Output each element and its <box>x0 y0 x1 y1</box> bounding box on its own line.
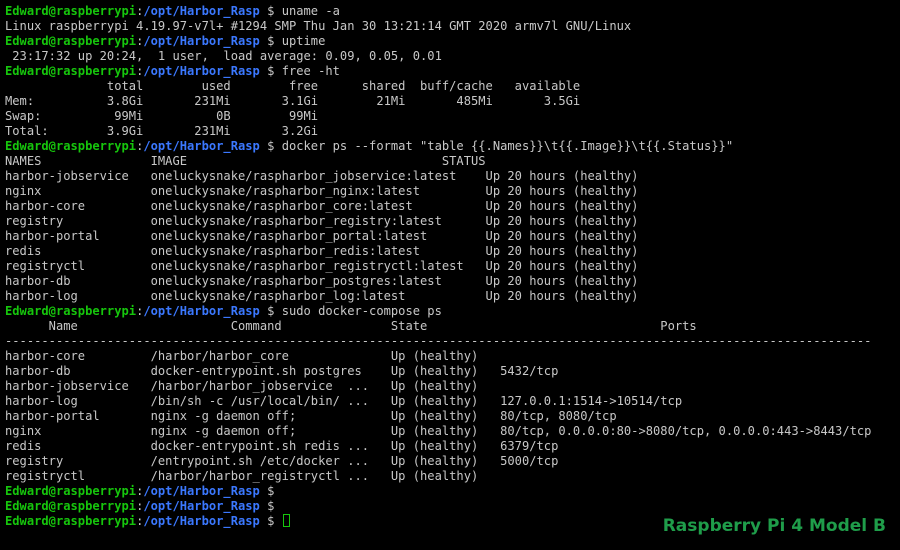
output-line: harbor-jobservice oneluckysnake/raspharb… <box>5 169 639 183</box>
terminal-output: Edward@raspberrypi:/opt/Harbor_Rasp $ un… <box>5 4 900 529</box>
output-line: ----------------------------------------… <box>5 334 872 348</box>
command-text: docker ps --format "table {{.Names}}\t{{… <box>281 139 734 153</box>
prompt-symbol: $ <box>259 304 282 318</box>
prompt-symbol: $ <box>259 499 282 513</box>
output-line: redis docker-entrypoint.sh redis ... Up … <box>5 439 559 453</box>
prompt-line: Edward@raspberrypi:/opt/Harbor_Rasp $ up… <box>5 34 900 49</box>
prompt-user-host: Edward@raspberrypi <box>5 139 137 153</box>
prompt-symbol: $ <box>259 34 282 48</box>
output-line: Linux raspberrypi 4.19.97-v7l+ #1294 SMP… <box>5 19 632 33</box>
output-line: harbor-portal oneluckysnake/raspharbor_p… <box>5 229 639 243</box>
output-line: Name Command State Ports <box>5 319 697 333</box>
prompt-path: /opt/Harbor_Rasp <box>143 34 260 48</box>
prompt-symbol: $ <box>259 64 282 78</box>
prompt-user-host: Edward@raspberrypi <box>5 304 137 318</box>
terminal-cursor[interactable] <box>282 514 290 527</box>
prompt-line: Edward@raspberrypi:/opt/Harbor_Rasp $ su… <box>5 304 900 319</box>
prompt-path: /opt/Harbor_Rasp <box>143 484 260 498</box>
output-line: harbor-core /harbor/harbor_core Up (heal… <box>5 349 479 363</box>
output-line: registry /entrypoint.sh /etc/docker ... … <box>5 454 559 468</box>
prompt-symbol: $ <box>259 4 282 18</box>
prompt-line: Edward@raspberrypi:/opt/Harbor_Rasp $ fr… <box>5 64 900 79</box>
output-line: harbor-log /bin/sh -c /usr/local/bin/ ..… <box>5 394 683 408</box>
output-line: harbor-core oneluckysnake/raspharbor_cor… <box>5 199 639 213</box>
output-line: harbor-db docker-entrypoint.sh postgres … <box>5 364 559 378</box>
output-line: registryctl oneluckysnake/raspharbor_reg… <box>5 259 639 273</box>
watermark-label: Raspberry Pi 4 Model B <box>662 516 886 536</box>
prompt-user-host: Edward@raspberrypi <box>5 514 137 528</box>
prompt-line: Edward@raspberrypi:/opt/Harbor_Rasp $ un… <box>5 4 900 19</box>
prompt-line: Edward@raspberrypi:/opt/Harbor_Rasp $ <box>5 499 900 514</box>
output-line: harbor-log oneluckysnake/raspharbor_log:… <box>5 289 639 303</box>
prompt-path: /opt/Harbor_Rasp <box>143 139 260 153</box>
prompt-path: /opt/Harbor_Rasp <box>143 499 260 513</box>
prompt-symbol: $ <box>259 139 282 153</box>
prompt-user-host: Edward@raspberrypi <box>5 484 137 498</box>
command-text: sudo docker-compose ps <box>281 304 442 318</box>
output-line: Swap: 99Mi 0B 99Mi <box>5 109 319 123</box>
output-line: harbor-db oneluckysnake/raspharbor_postg… <box>5 274 639 288</box>
prompt-user-host: Edward@raspberrypi <box>5 64 137 78</box>
output-line: NAMES IMAGE STATUS <box>5 154 486 168</box>
prompt-symbol: $ <box>259 484 282 498</box>
prompt-path: /opt/Harbor_Rasp <box>143 4 260 18</box>
command-text: uname -a <box>281 4 340 18</box>
output-line: registryctl /harbor/harbor_registryctl .… <box>5 469 479 483</box>
terminal-window[interactable]: Edward@raspberrypi:/opt/Harbor_Rasp $ un… <box>0 0 900 550</box>
output-line: nginx oneluckysnake/raspharbor_nginx:lat… <box>5 184 639 198</box>
output-line: Mem: 3.8Gi 231Mi 3.1Gi 21Mi 485Mi 3.5Gi <box>5 94 581 108</box>
output-line: Total: 3.9Gi 231Mi 3.2Gi <box>5 124 319 138</box>
prompt-user-host: Edward@raspberrypi <box>5 34 137 48</box>
output-line: redis oneluckysnake/raspharbor_redis:lat… <box>5 244 639 258</box>
output-line: nginx nginx -g daemon off; Up (healthy) … <box>5 424 872 438</box>
output-line: harbor-jobservice /harbor/harbor_jobserv… <box>5 379 479 393</box>
prompt-path: /opt/Harbor_Rasp <box>143 514 260 528</box>
output-line: registry oneluckysnake/raspharbor_regist… <box>5 214 639 228</box>
prompt-line: Edward@raspberrypi:/opt/Harbor_Rasp $ do… <box>5 139 900 154</box>
prompt-path: /opt/Harbor_Rasp <box>143 64 260 78</box>
output-line: total used free shared buff/cache availa… <box>5 79 581 93</box>
command-text: uptime <box>281 34 326 48</box>
prompt-user-host: Edward@raspberrypi <box>5 4 137 18</box>
command-text: free -ht <box>281 64 340 78</box>
prompt-symbol: $ <box>259 514 282 528</box>
prompt-path: /opt/Harbor_Rasp <box>143 304 260 318</box>
output-line: 23:17:32 up 20:24, 1 user, load average:… <box>5 49 442 63</box>
output-line: harbor-portal nginx -g daemon off; Up (h… <box>5 409 617 423</box>
prompt-user-host: Edward@raspberrypi <box>5 499 137 513</box>
prompt-line: Edward@raspberrypi:/opt/Harbor_Rasp $ <box>5 484 900 499</box>
